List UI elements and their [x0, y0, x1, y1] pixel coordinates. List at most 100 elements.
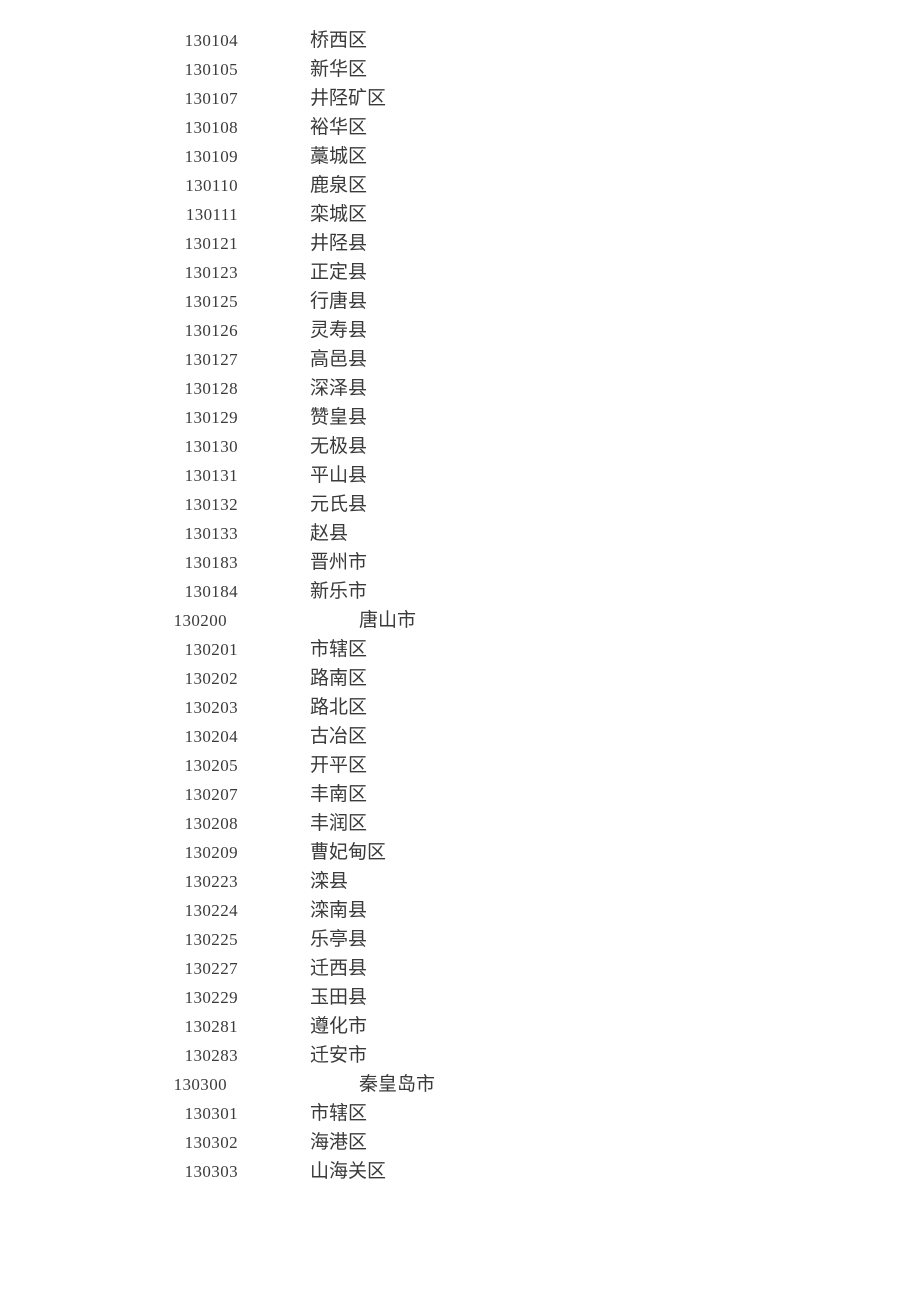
table-body: 130104 桥西区 130105 新华区 130107 井陉矿区 130108 裕华区 130…	[0, 26, 920, 1186]
table-row: 130127 高邑县	[0, 345, 920, 374]
division-code-cell: 130300	[173, 1075, 227, 1094]
division-code-cell: 130205	[184, 756, 238, 775]
division-code-cell: 130110	[185, 176, 238, 195]
division-code-cell: 130207	[184, 785, 238, 804]
division-name-cell: 玉田县	[310, 987, 368, 1008]
table-row: 130109 藁城区	[0, 142, 920, 171]
division-name-cell: 路北区	[310, 697, 368, 718]
division-code-cell: 130131	[184, 466, 238, 485]
table-row: 130111 栾城区	[0, 200, 920, 229]
division-code-cell: 130302	[184, 1133, 238, 1152]
table-row: 130223 滦县	[0, 867, 920, 896]
table-row: 130225 乐亭县	[0, 925, 920, 954]
table-row: 130229 玉田县	[0, 983, 920, 1012]
division-name-cell: 灵寿县	[310, 320, 368, 341]
administrative-code-table: 130104 桥西区 130105 新华区 130107 井陉矿区 130108 裕华区 130…	[0, 26, 920, 1186]
division-code-cell: 130132	[184, 495, 238, 514]
division-code-cell: 130125	[184, 292, 238, 311]
table-row: 130105 新华区	[0, 55, 920, 84]
division-code-cell: 130104	[184, 31, 238, 50]
division-code-cell: 130105	[184, 60, 238, 79]
division-code-cell: 130127	[184, 350, 238, 369]
table-row: 130302 海港区	[0, 1128, 920, 1157]
division-code-cell: 130111	[185, 205, 238, 224]
division-name-cell: 市辖区	[310, 639, 368, 660]
division-name-cell: 路南区	[310, 668, 368, 689]
division-code-cell: 130109	[184, 147, 238, 166]
division-name-cell: 遵化市	[310, 1016, 368, 1037]
division-name-cell: 平山县	[310, 465, 368, 486]
table-row: 130110 鹿泉区	[0, 171, 920, 200]
division-name-cell: 曹妃甸区	[310, 842, 387, 863]
table-row: 130129 赞皇县	[0, 403, 920, 432]
document-page: 130104 桥西区 130105 新华区 130107 井陉矿区 130108 裕华区 130…	[0, 0, 920, 1302]
table-row: 130183 晋州市	[0, 548, 920, 577]
division-code-cell: 130281	[184, 1017, 238, 1036]
division-name-cell: 古冶区	[310, 726, 368, 747]
division-name-cell: 深泽县	[310, 378, 368, 399]
division-name-cell: 新乐市	[310, 581, 368, 602]
division-name-cell: 赵县	[310, 523, 349, 544]
division-name-cell: 无极县	[310, 436, 368, 457]
table-row: 130224 滦南县	[0, 896, 920, 925]
table-row: 130130 无极县	[0, 432, 920, 461]
division-name-cell: 井陉矿区	[310, 88, 387, 109]
division-name-cell: 晋州市	[310, 552, 368, 573]
division-code-cell: 130123	[184, 263, 238, 282]
table-row: 130131 平山县	[0, 461, 920, 490]
division-name-cell: 新华区	[310, 59, 368, 80]
division-code-cell: 130121	[184, 234, 238, 253]
division-name-cell: 赞皇县	[310, 407, 368, 428]
table-row: 130132 元氏县	[0, 490, 920, 519]
division-name-cell: 鹿泉区	[310, 175, 368, 196]
division-code-cell: 130227	[184, 959, 238, 978]
division-code-cell: 130130	[184, 437, 238, 456]
table-row: 130184 新乐市	[0, 577, 920, 606]
division-name-cell: 裕华区	[310, 117, 368, 138]
division-name-cell: 丰润区	[310, 813, 368, 834]
table-row: 130283 迁安市	[0, 1041, 920, 1070]
division-code-cell: 130204	[184, 727, 238, 746]
division-code-cell: 130223	[184, 872, 238, 891]
division-name-cell: 山海关区	[310, 1161, 387, 1182]
division-code-cell: 130201	[184, 640, 238, 659]
division-code-cell: 130128	[184, 379, 238, 398]
table-row: 130207 丰南区	[0, 780, 920, 809]
table-row: 130104 桥西区	[0, 26, 920, 55]
division-code-cell: 130183	[184, 553, 238, 572]
table-row: 130108 裕华区	[0, 113, 920, 142]
table-row: 130126 灵寿县	[0, 316, 920, 345]
table-row: 130123 正定县	[0, 258, 920, 287]
division-name-cell: 迁西县	[310, 958, 368, 979]
table-row: 130227 迁西县	[0, 954, 920, 983]
division-name-cell: 栾城区	[310, 204, 368, 225]
table-row: 130281 遵化市	[0, 1012, 920, 1041]
division-code-cell: 130209	[184, 843, 238, 862]
division-name-cell: 高邑县	[310, 349, 368, 370]
division-name-cell: 藁城区	[310, 146, 368, 167]
table-row: 130200 唐山市	[0, 606, 920, 635]
table-row: 130205 开平区	[0, 751, 920, 780]
division-name-cell: 桥西区	[310, 30, 368, 51]
table-row: 130301 市辖区	[0, 1099, 920, 1128]
division-name-cell: 丰南区	[310, 784, 368, 805]
division-code-cell: 130129	[184, 408, 238, 427]
division-name-cell: 滦南县	[310, 900, 368, 921]
division-name-cell: 元氏县	[310, 494, 368, 515]
division-code-cell: 130229	[184, 988, 238, 1007]
table-row: 130209 曹妃甸区	[0, 838, 920, 867]
division-code-cell: 130108	[184, 118, 238, 137]
division-code-cell: 130200	[173, 611, 227, 630]
division-code-cell: 130107	[184, 89, 238, 108]
table-row: 130204 古冶区	[0, 722, 920, 751]
division-name-cell: 迁安市	[310, 1045, 368, 1066]
division-code-cell: 130126	[184, 321, 238, 340]
division-name-cell: 行唐县	[310, 291, 368, 312]
division-code-cell: 130208	[184, 814, 238, 833]
division-code-cell: 130184	[184, 582, 238, 601]
division-name-cell: 开平区	[310, 755, 368, 776]
division-name-cell: 滦县	[310, 871, 349, 892]
division-code-cell: 130225	[184, 930, 238, 949]
division-name-cell: 唐山市	[359, 610, 417, 631]
table-row: 130202 路南区	[0, 664, 920, 693]
